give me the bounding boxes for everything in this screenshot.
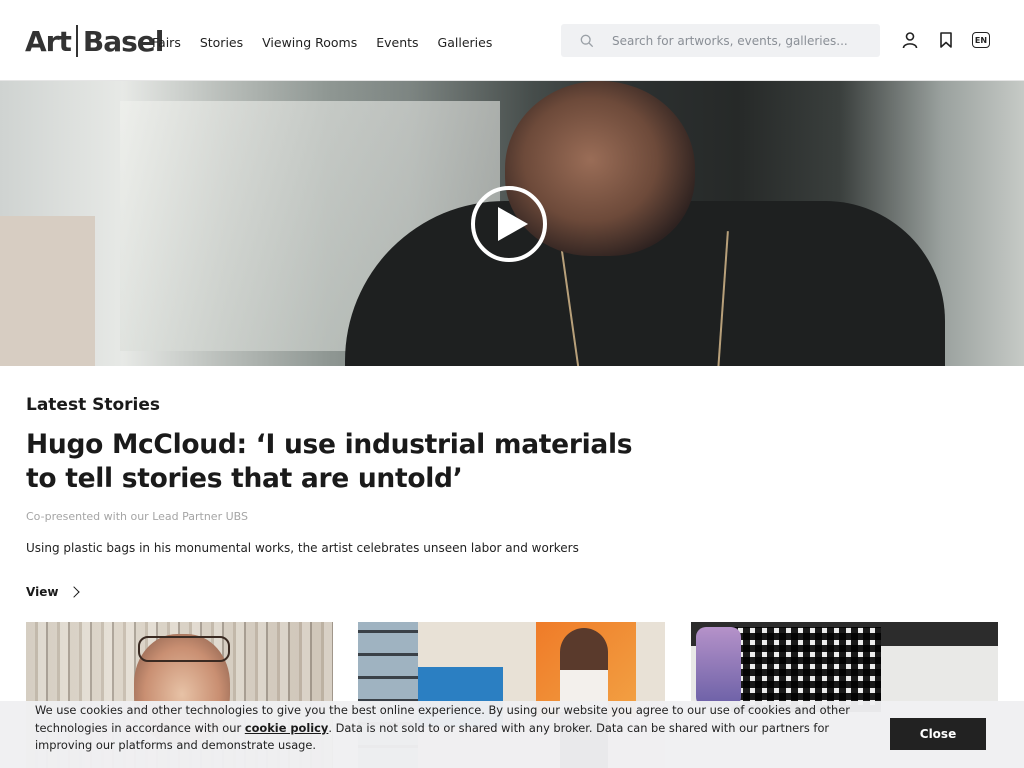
main-nav: Fairs Stories Viewing Rooms Events Galle… xyxy=(152,35,511,50)
story-headline[interactable]: Hugo McCloud: ‘I use industrial material… xyxy=(26,428,666,496)
search-icon xyxy=(580,34,594,47)
language-icon[interactable]: EN xyxy=(972,32,990,48)
site-header: Art Basel Fairs Stories Viewing Rooms Ev… xyxy=(0,0,1024,81)
hero-background-box xyxy=(0,216,95,366)
search-input[interactable] xyxy=(610,32,864,49)
cookie-policy-link[interactable]: cookie policy xyxy=(245,721,329,735)
view-label: View xyxy=(26,585,59,599)
chevron-right-icon xyxy=(68,586,81,598)
art-basel-logo[interactable]: Art Basel xyxy=(25,24,164,58)
bookmark-icon[interactable] xyxy=(937,31,955,49)
logo-divider xyxy=(75,25,78,57)
cookie-banner: We use cookies and other technologies to… xyxy=(0,701,1024,768)
cookie-close-button[interactable]: Close xyxy=(890,718,986,750)
hero-video[interactable] xyxy=(0,81,1024,366)
logo-text-left: Art xyxy=(25,24,72,58)
view-link[interactable]: View xyxy=(26,585,81,599)
nav-viewing-rooms[interactable]: Viewing Rooms xyxy=(262,35,357,50)
nav-fairs[interactable]: Fairs xyxy=(152,35,181,50)
cookie-text: We use cookies and other technologies to… xyxy=(35,703,850,753)
user-icon[interactable] xyxy=(901,31,919,49)
story-description: Using plastic bags in his monumental wor… xyxy=(26,541,579,555)
play-icon[interactable] xyxy=(471,186,547,262)
partner-note: Co-presented with our Lead Partner UBS xyxy=(26,510,248,523)
nav-stories[interactable]: Stories xyxy=(200,35,243,50)
nav-events[interactable]: Events xyxy=(376,35,418,50)
nav-galleries[interactable]: Galleries xyxy=(438,35,493,50)
search-bar[interactable] xyxy=(561,24,880,57)
section-title: Latest Stories xyxy=(26,395,161,415)
